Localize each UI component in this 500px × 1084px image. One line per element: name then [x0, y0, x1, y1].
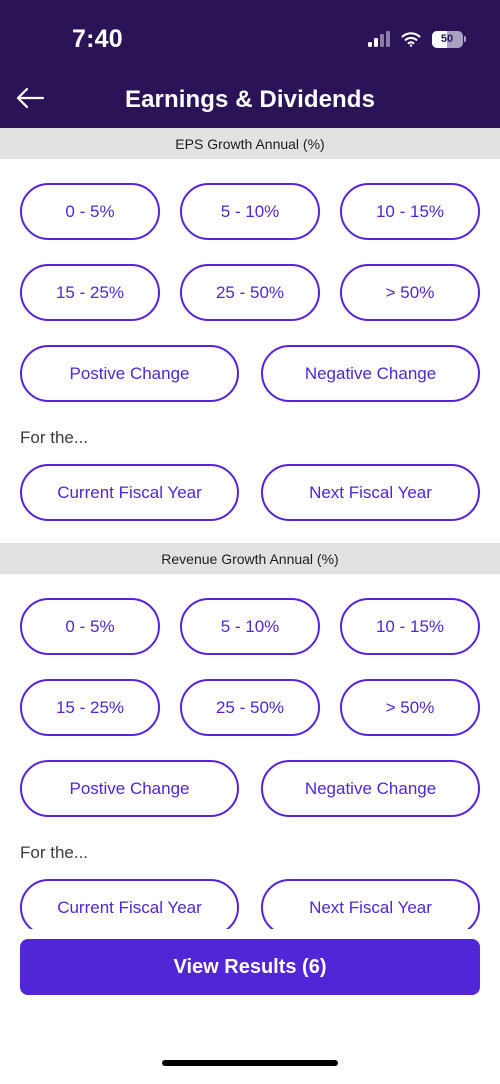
- chip-revenue-positive-change[interactable]: Postive Change: [20, 760, 239, 817]
- chip-eps-positive-change[interactable]: Postive Change: [20, 345, 239, 402]
- eps-fiscal-row: Current Fiscal Year Next Fiscal Year: [0, 464, 500, 521]
- chip-eps-negative-change[interactable]: Negative Change: [261, 345, 480, 402]
- chip-eps-5-10[interactable]: 5 - 10%: [180, 183, 320, 240]
- view-results-button[interactable]: View Results (6): [20, 939, 480, 995]
- cellular-signal-icon: [368, 30, 390, 47]
- chip-revenue-5-10[interactable]: 5 - 10%: [180, 598, 320, 655]
- revenue-for-the-label: For the...: [20, 843, 89, 862]
- wifi-icon: [401, 31, 421, 47]
- chip-revenue-next-fiscal-year[interactable]: Next Fiscal Year: [261, 879, 480, 936]
- revenue-change-row: Postive Change Negative Change: [0, 760, 500, 817]
- eps-for-the-label: For the...: [20, 428, 89, 447]
- revenue-fiscal-row: Current Fiscal Year Next Fiscal Year: [0, 879, 500, 936]
- chip-eps-25-50[interactable]: 25 - 50%: [180, 264, 320, 321]
- chip-revenue-0-5[interactable]: 0 - 5%: [20, 598, 160, 655]
- page-title: Earnings & Dividends: [124, 86, 376, 113]
- eps-range-row-1: 0 - 5% 5 - 10% 10 - 15%: [0, 183, 500, 240]
- eps-range-row-2: 15 - 25% 25 - 50% > 50%: [0, 264, 500, 321]
- status-time: 7:40: [72, 24, 123, 53]
- bottom-action-bar: View Results (6): [0, 929, 500, 1084]
- chip-eps-over-50[interactable]: > 50%: [340, 264, 480, 321]
- chip-eps-next-fiscal-year[interactable]: Next Fiscal Year: [261, 464, 480, 521]
- chip-revenue-negative-change[interactable]: Negative Change: [261, 760, 480, 817]
- back-arrow-icon: [15, 87, 45, 114]
- revenue-range-row-2: 15 - 25% 25 - 50% > 50%: [0, 679, 500, 736]
- section-header-revenue: Revenue Growth Annual (%): [0, 543, 500, 574]
- status-bar: 7:40 50: [0, 0, 500, 72]
- chip-eps-15-25[interactable]: 15 - 25%: [20, 264, 160, 321]
- status-icons: 50: [368, 25, 466, 48]
- battery-level: 50: [440, 32, 454, 45]
- back-button[interactable]: [2, 72, 58, 128]
- chip-eps-current-fiscal-year[interactable]: Current Fiscal Year: [20, 464, 239, 521]
- chip-revenue-10-15[interactable]: 10 - 15%: [340, 598, 480, 655]
- home-indicator: [162, 1060, 338, 1066]
- chip-revenue-25-50[interactable]: 25 - 50%: [180, 679, 320, 736]
- app-bar: Earnings & Dividends: [0, 72, 500, 128]
- eps-change-row: Postive Change Negative Change: [0, 345, 500, 402]
- chip-revenue-current-fiscal-year[interactable]: Current Fiscal Year: [20, 879, 239, 936]
- chip-revenue-15-25[interactable]: 15 - 25%: [20, 679, 160, 736]
- chip-eps-10-15[interactable]: 10 - 15%: [340, 183, 480, 240]
- section-header-eps: EPS Growth Annual (%): [0, 128, 500, 159]
- battery-icon: 50: [431, 30, 466, 48]
- chip-revenue-over-50[interactable]: > 50%: [340, 679, 480, 736]
- chip-eps-0-5[interactable]: 0 - 5%: [20, 183, 160, 240]
- revenue-range-row-1: 0 - 5% 5 - 10% 10 - 15%: [0, 598, 500, 655]
